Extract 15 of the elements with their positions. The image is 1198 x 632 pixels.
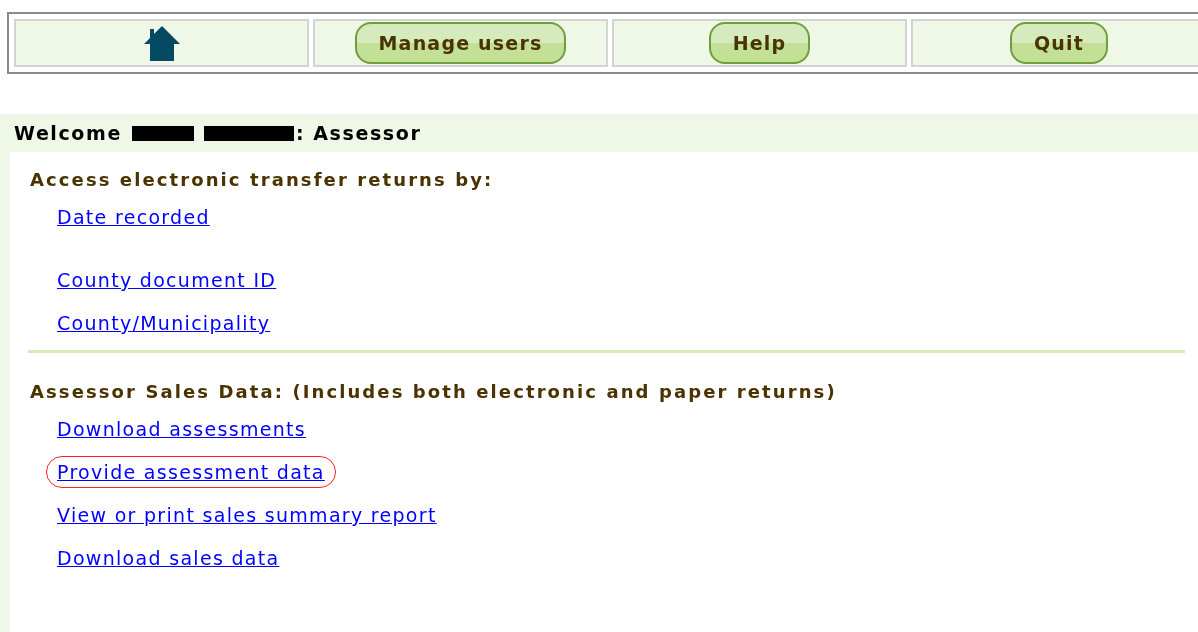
toolbar-button[interactable]: Help (708, 22, 811, 64)
redaction-bar (131, 125, 194, 141)
nav-link[interactable]: Download sales data (57, 547, 280, 569)
nav-link[interactable]: Date recorded (57, 206, 210, 228)
section-heading: Assessor Sales Data: (Includes both electronic and paper returns) (30, 381, 838, 402)
nav-link[interactable]: View or print sales summary report (57, 504, 437, 526)
nav-link[interactable]: Provide assessment data (57, 461, 325, 483)
section-heading: Access electronic transfer returns by: (30, 169, 495, 190)
nav-link[interactable]: County/Municipality (57, 312, 271, 334)
nav-link[interactable]: Download assessments (57, 418, 306, 440)
welcome-text: Welcome (14, 122, 122, 144)
nav-link[interactable]: County document ID (57, 269, 277, 291)
role-text: : Assessor (295, 122, 422, 144)
toolbar-button[interactable]: Manage users (354, 22, 567, 64)
toolbar-button[interactable]: Quit (1009, 22, 1109, 64)
